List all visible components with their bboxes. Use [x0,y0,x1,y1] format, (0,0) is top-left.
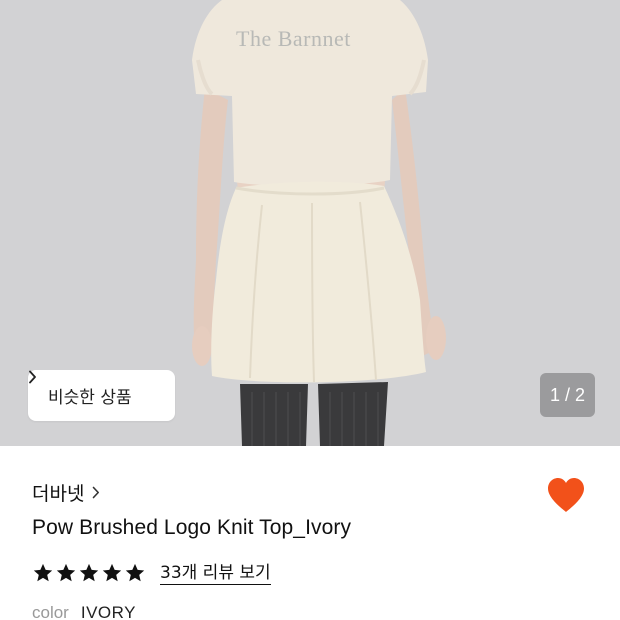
brand-link[interactable]: 더바넷 [32,478,100,506]
color-value: IVORY [80,603,136,620]
star-icon [102,563,122,582]
heart-icon [548,478,584,512]
image-page-counter: 1 / 2 [540,373,595,417]
similar-products-button[interactable]: 비슷한 상품 [28,370,175,421]
similar-products-label: 비슷한 상품 [48,388,132,408]
star-icon [125,563,145,582]
product-image-carousel[interactable]: The Barnnet 비슷한 상품 1 / 2 [0,0,620,446]
color-option-row: color IVORY [32,603,136,620]
star-icon [33,563,53,582]
like-button[interactable] [546,476,586,514]
product-name: Pow Brushed Logo Knit Top_Ivory [32,516,352,539]
shirt-logo-text: The Barnnet [236,26,351,51]
chevron-right-icon [92,486,100,499]
rating-row: 33개 리뷰 보기 [32,560,271,586]
star-icon [56,563,76,582]
star-icon [79,563,99,582]
brand-name: 더바넷 [32,482,85,505]
color-label: color [32,603,69,620]
review-link[interactable]: 33개 리뷰 보기 [160,562,271,585]
star-rating [32,562,146,584]
